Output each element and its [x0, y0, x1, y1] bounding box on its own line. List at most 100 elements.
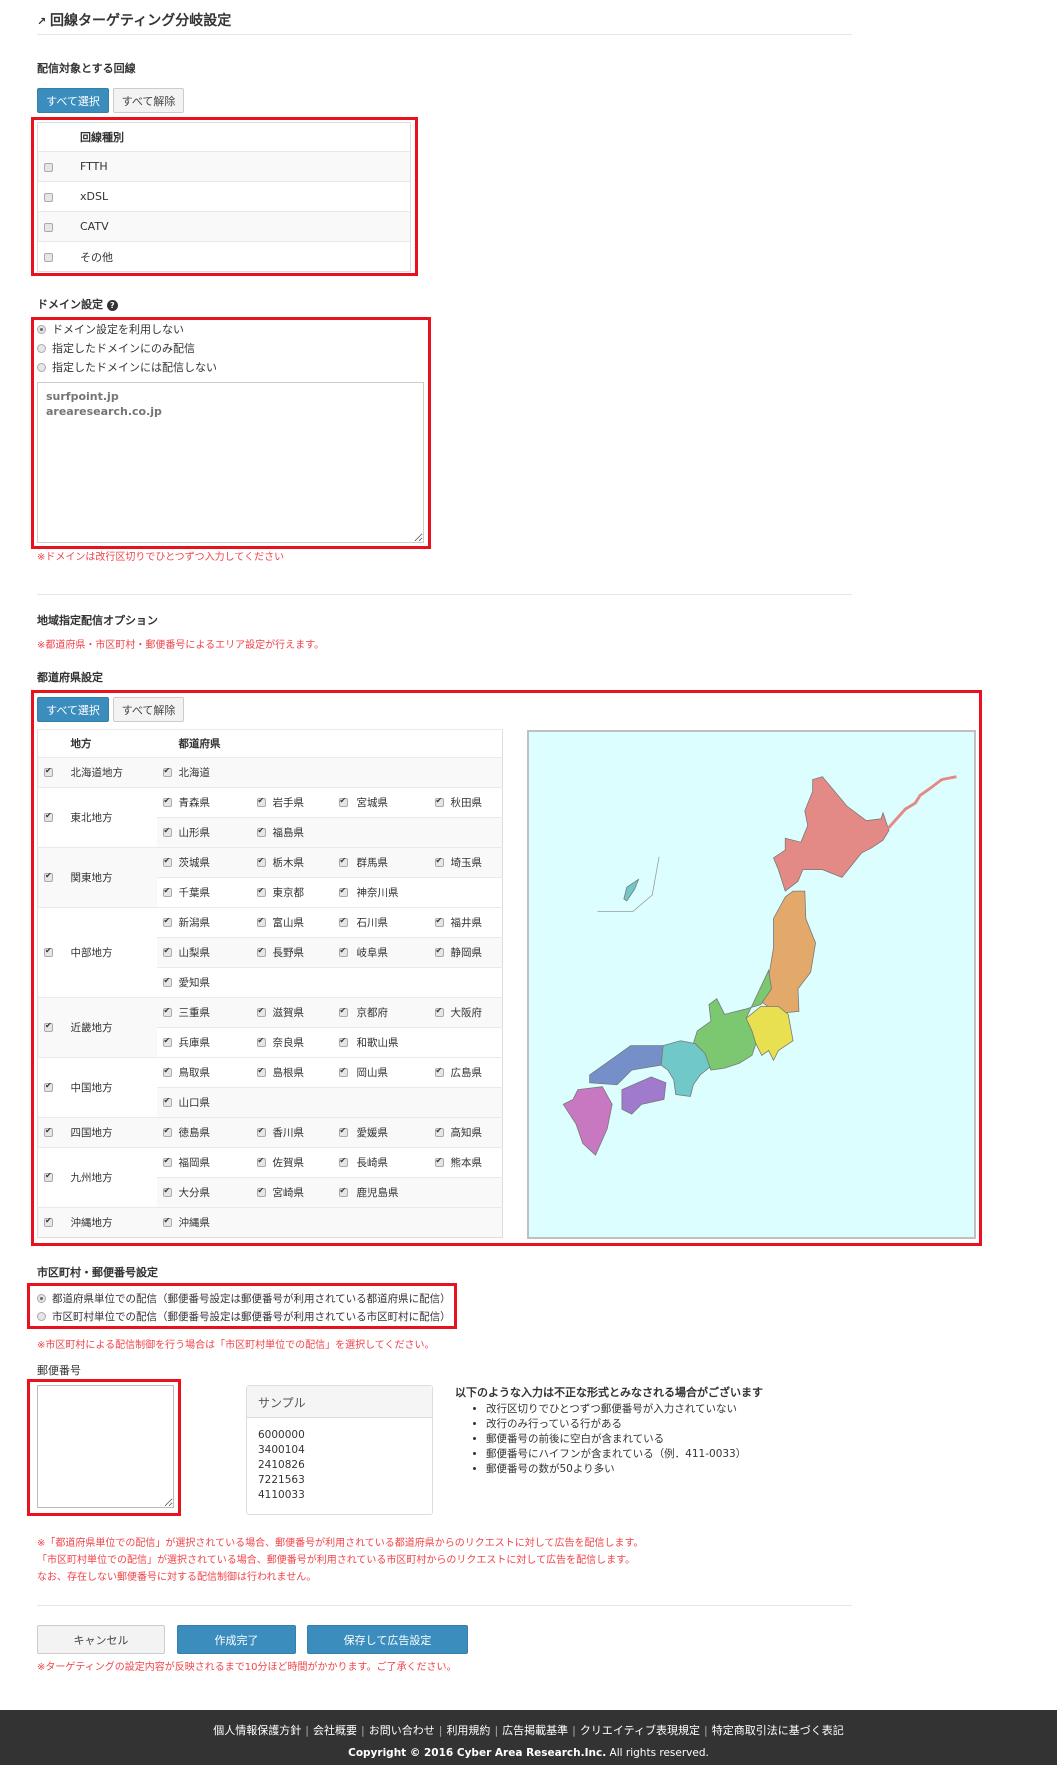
pref-checkbox[interactable] — [434, 1156, 444, 1167]
map-region-kyushu[interactable] — [562, 1086, 613, 1156]
pref-checkbox[interactable] — [338, 856, 348, 867]
pref-checkbox[interactable] — [338, 886, 348, 897]
region-checkbox[interactable] — [44, 1021, 53, 1032]
pref-checkbox[interactable] — [162, 886, 172, 897]
map-region-hokkaido[interactable] — [773, 776, 890, 892]
map-region-okinawa[interactable] — [623, 878, 640, 902]
region-checkbox[interactable] — [44, 1216, 53, 1227]
complete-button[interactable]: 作成完了 — [177, 1625, 296, 1654]
footer-link[interactable]: クリエイティブ表現規定 — [580, 1724, 700, 1737]
column-header-region: 地方 — [70, 738, 92, 750]
domain-option-none[interactable]: ドメイン設定を利用しない — [37, 321, 184, 337]
cancel-button[interactable]: キャンセル — [37, 1625, 165, 1654]
pref-checkbox[interactable] — [256, 946, 266, 957]
pref-checkbox[interactable] — [162, 766, 172, 777]
help-icon[interactable]: ? — [106, 300, 118, 311]
pref-checkbox[interactable] — [162, 1186, 172, 1197]
pref-checkbox[interactable] — [434, 1066, 444, 1077]
region-checkbox[interactable] — [44, 946, 53, 957]
line-checkbox-catv[interactable] — [44, 222, 53, 232]
pref-checkbox[interactable] — [162, 1216, 172, 1227]
radio-button[interactable] — [37, 324, 46, 334]
pref-checkbox[interactable] — [256, 856, 266, 867]
pref-checkbox-cell — [156, 847, 179, 878]
pref-label: 香川県 — [272, 1117, 333, 1148]
pref-checkbox[interactable] — [162, 1036, 172, 1047]
domain-option-exclude[interactable]: 指定したドメインには配信しない — [37, 359, 217, 375]
line-checkbox-other[interactable] — [44, 252, 53, 262]
pref-checkbox[interactable] — [162, 1156, 172, 1167]
pref-checkbox[interactable] — [256, 1156, 266, 1167]
pref-checkbox[interactable] — [338, 796, 348, 807]
line-label: xDSL — [80, 190, 109, 203]
pref-checkbox[interactable] — [434, 796, 444, 807]
pref-checkbox[interactable] — [256, 1066, 266, 1077]
pref-checkbox[interactable] — [162, 796, 172, 807]
pref-label: 福井県 — [450, 917, 483, 929]
pref-select-all-button[interactable]: すべて選択 — [37, 697, 109, 722]
region-checkbox[interactable] — [44, 1171, 53, 1182]
footer-link[interactable]: 特定商取引法に基づく表記 — [712, 1724, 844, 1737]
radio-button[interactable] — [37, 1294, 46, 1303]
footer-link[interactable]: お問い合わせ — [369, 1724, 435, 1737]
footer-link[interactable]: 個人情報保護方針 — [213, 1724, 301, 1737]
pref-checkbox[interactable] — [434, 856, 444, 867]
pref-checkbox[interactable] — [338, 1006, 348, 1017]
pref-checkbox[interactable] — [338, 916, 348, 927]
pref-checkbox[interactable] — [162, 946, 172, 957]
pref-checkbox[interactable] — [162, 916, 172, 927]
pref-checkbox[interactable] — [338, 1156, 348, 1167]
pref-checkbox[interactable] — [256, 1186, 266, 1197]
postal-code-input[interactable] — [37, 1385, 174, 1508]
save-and-ad-settings-button[interactable]: 保存して広告設定 — [307, 1625, 468, 1654]
pref-checkbox[interactable] — [256, 796, 266, 807]
domain-option-only[interactable]: 指定したドメインにのみ配信 — [37, 340, 195, 356]
pref-checkbox[interactable] — [256, 1036, 266, 1047]
domain-input[interactable] — [37, 382, 424, 543]
pref-checkbox[interactable] — [256, 826, 266, 837]
pref-checkbox[interactable] — [338, 946, 348, 957]
region-checkbox[interactable] — [44, 766, 53, 777]
pref-checkbox[interactable] — [256, 1126, 266, 1137]
pref-checkbox[interactable] — [162, 1006, 172, 1017]
line-checkbox-ftth[interactable] — [44, 162, 53, 172]
table-row: 北海道地方北海道 — [37, 757, 503, 788]
footer-link[interactable]: 利用規約 — [446, 1724, 490, 1737]
city-option-prefecture[interactable]: 都道府県単位での配信（郵便番号設定は郵便番号が利用されている都道府県に配信） — [37, 1291, 451, 1306]
pref-checkbox[interactable] — [256, 916, 266, 927]
line-select-all-button[interactable]: すべて選択 — [37, 88, 109, 113]
pref-checkbox[interactable] — [162, 1126, 172, 1137]
pref-checkbox[interactable] — [338, 1186, 348, 1197]
pref-checkbox-cell — [250, 1087, 273, 1118]
map-region-tohoku[interactable] — [760, 890, 816, 1014]
pref-checkbox[interactable] — [162, 826, 172, 837]
pref-checkbox[interactable] — [434, 1006, 444, 1017]
region-checkbox[interactable] — [44, 1126, 53, 1137]
pref-checkbox[interactable] — [338, 1126, 348, 1137]
line-clear-all-button[interactable]: すべて解除 — [113, 88, 184, 113]
pref-checkbox[interactable] — [162, 976, 172, 987]
pref-checkbox[interactable] — [434, 1126, 444, 1137]
pref-label — [450, 1087, 503, 1118]
pref-checkbox[interactable] — [338, 1036, 348, 1047]
line-checkbox-xdsl[interactable] — [44, 192, 53, 202]
region-checkbox[interactable] — [44, 1081, 53, 1092]
city-option-municipality[interactable]: 市区町村単位での配信（郵便番号設定は郵便番号が利用されている市区町村に配信） — [37, 1309, 451, 1324]
pref-clear-all-button[interactable]: すべて解除 — [113, 697, 184, 722]
region-checkbox[interactable] — [44, 871, 53, 882]
pref-checkbox[interactable] — [434, 946, 444, 957]
pref-checkbox[interactable] — [434, 916, 444, 927]
radio-button[interactable] — [37, 362, 46, 372]
footer-link[interactable]: 会社概要 — [313, 1724, 357, 1737]
pref-checkbox[interactable] — [256, 1006, 266, 1017]
pref-checkbox[interactable] — [162, 856, 172, 867]
pref-checkbox[interactable] — [162, 1066, 172, 1077]
radio-button[interactable] — [37, 343, 46, 353]
region-checkbox[interactable] — [44, 811, 53, 822]
pref-checkbox[interactable] — [256, 886, 266, 897]
footer-link[interactable]: 広告掲載基準 — [502, 1724, 568, 1737]
pref-checkbox[interactable] — [338, 1066, 348, 1077]
radio-button[interactable] — [37, 1312, 46, 1321]
pref-checkbox[interactable] — [162, 1096, 172, 1107]
map-region-shikoku[interactable] — [621, 1076, 667, 1115]
